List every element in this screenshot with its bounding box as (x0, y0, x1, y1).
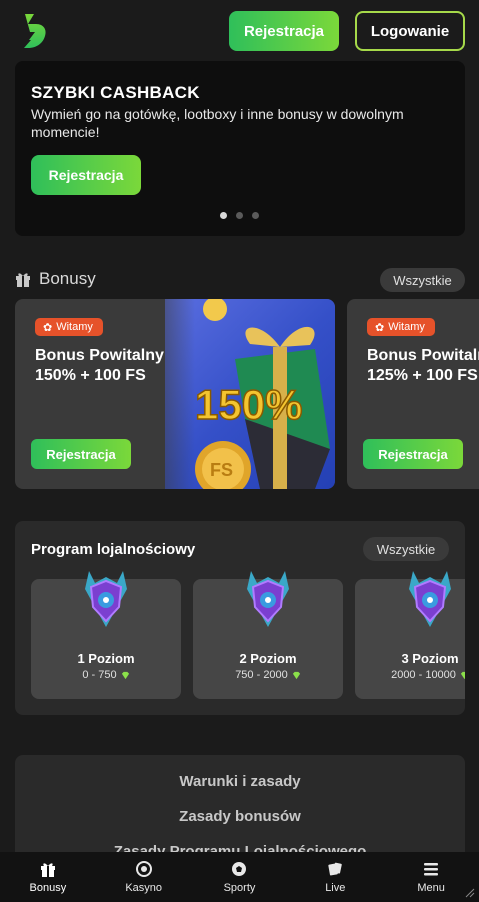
welcome-badge: ✿ Witamy (367, 318, 435, 336)
loyalty-title: Program lojalnościowy (31, 541, 196, 558)
header: Rejestracja Logowanie (0, 0, 479, 60)
banner-register-button[interactable]: Rejestracja (31, 155, 141, 195)
carousel-dot[interactable] (252, 212, 259, 219)
gem-icon (460, 671, 465, 679)
shield-badge-icon (85, 571, 127, 627)
ball-icon (232, 861, 247, 876)
nav-sporty[interactable]: Sporty (192, 852, 288, 902)
loyalty-level-card[interactable]: 1 Poziom 0 - 750 (31, 571, 181, 699)
menu-icon (424, 862, 439, 875)
welcome-badge: ✿ Witamy (35, 318, 103, 336)
sparkle-icon: ✿ (375, 321, 385, 334)
loyalty-level-card[interactable]: 3 Poziom 2000 - 10000 (355, 571, 465, 699)
loyalty-program: Program lojalnościowy Wszystkie 1 Poziom… (15, 521, 465, 715)
gem-icon (292, 671, 300, 679)
bonus-rules-link[interactable]: Zasady bonusów (15, 808, 465, 825)
level-name: 1 Poziom (77, 651, 135, 666)
loyalty-level-card[interactable]: 2 Poziom 750 - 2000 (193, 571, 343, 699)
bonus-title: Bonus Powitalny 150% + 100 FS (35, 347, 164, 384)
gem-icon (121, 671, 129, 679)
terms-link[interactable]: Warunki i zasady (15, 773, 465, 790)
bottom-navigation: Bonusy Kasyno Sporty Live Menu (0, 852, 479, 902)
carousel-dot[interactable] (236, 212, 243, 219)
banner-text: Wymień go na gotówkę, lootboxy i inne bo… (31, 106, 404, 140)
brand-logo[interactable] (22, 12, 48, 50)
level-name: 2 Poziom (239, 651, 297, 666)
register-button[interactable]: Rejestracja (229, 11, 339, 51)
bonus-register-button[interactable]: Rejestracja (31, 439, 131, 469)
carousel-dots (220, 212, 259, 219)
chip-icon (135, 860, 152, 877)
shield-badge-icon (409, 571, 451, 627)
login-button[interactable]: Logowanie (355, 11, 465, 51)
level-range: 0 - 750 (31, 669, 181, 681)
nav-live[interactable]: Live (287, 852, 383, 902)
carousel-dot[interactable] (220, 212, 227, 219)
bonus-card[interactable]: ✿ Witamy Bonus Powitalny 125% + 100 FS R… (347, 299, 479, 489)
section-title-bonuses: Bonusy (39, 269, 96, 288)
gift-icon (16, 273, 30, 287)
sparkle-icon: ✿ (43, 321, 53, 334)
cards-icon (328, 862, 343, 875)
shield-badge-icon (247, 571, 289, 627)
promo-percentage: 150% (195, 381, 302, 428)
bonuses-all-button[interactable]: Wszystkie (380, 268, 465, 292)
bonus-register-button[interactable]: Rejestracja (363, 439, 463, 469)
loyalty-all-button[interactable]: Wszystkie (363, 537, 449, 561)
level-name: 3 Poziom (401, 651, 459, 666)
level-range: 750 - 2000 (193, 669, 343, 681)
bonus-title: Bonus Powitalny 125% + 100 FS (367, 347, 479, 384)
banner-title: SZYBKI CASHBACK (31, 83, 200, 102)
bonus-card[interactable]: FS 150% ✿ Witamy Bonus Powitalny 150% + … (15, 299, 335, 489)
level-range: 2000 - 10000 (355, 669, 465, 681)
cashback-banner: SZYBKI CASHBACK Wymień go na gotówkę, lo… (15, 61, 465, 236)
svg-text:FS: FS (210, 460, 233, 480)
nav-kasyno[interactable]: Kasyno (96, 852, 192, 902)
gift-icon (40, 862, 55, 877)
nav-bonusy[interactable]: Bonusy (0, 852, 96, 902)
resize-handle-icon (465, 888, 475, 898)
